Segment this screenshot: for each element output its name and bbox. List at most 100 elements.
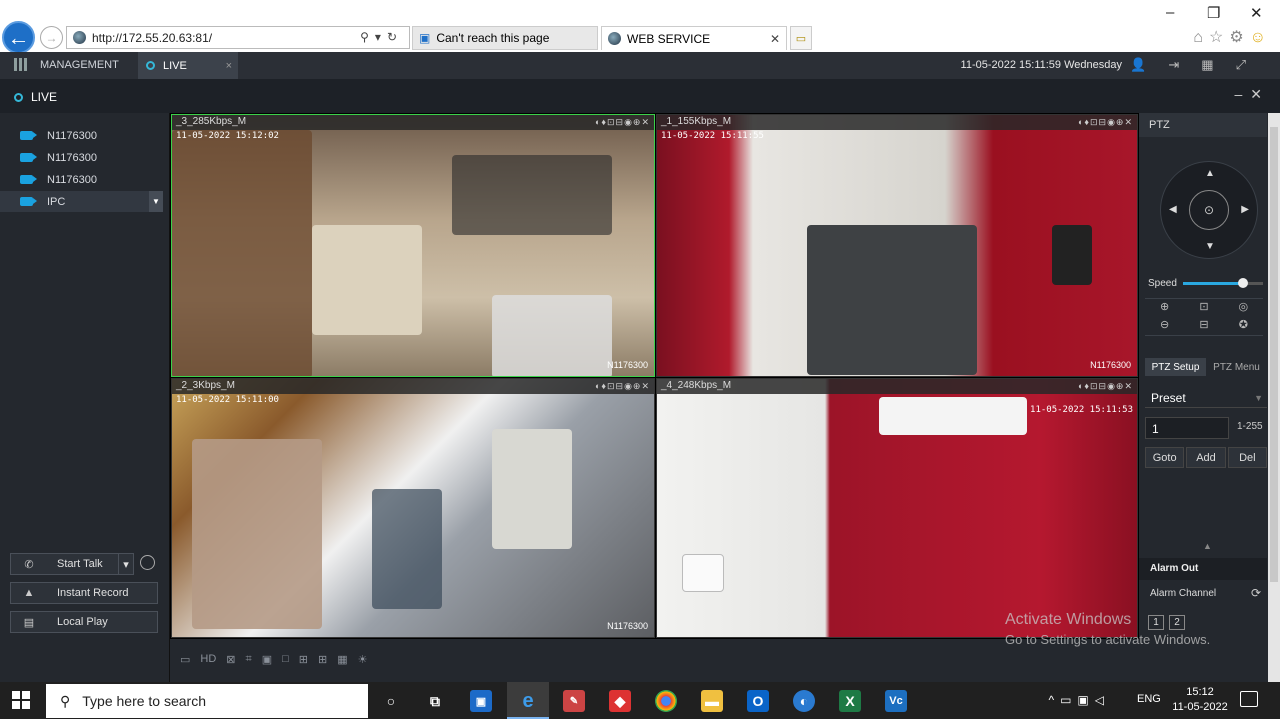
address-controls[interactable]: ⚲▾↻: [360, 30, 403, 44]
address-bar[interactable]: http://172.55.20.63:81/ ⚲▾↻: [66, 26, 410, 49]
chrome-icon[interactable]: [655, 690, 677, 712]
taskbar-search-input[interactable]: ⚲ Type here to search: [46, 684, 368, 718]
wh-icon[interactable]: ▭: [180, 653, 190, 666]
browser-chrome: ← → http://172.55.20.63:81/ ⚲▾↻ ▣ Can't …: [0, 0, 1280, 54]
start-talk-button[interactable]: ✆ Start Talk: [10, 553, 134, 575]
brightness-icon[interactable]: ☀: [358, 653, 368, 666]
device-item[interactable]: N1176300: [0, 125, 163, 146]
close-window-button[interactable]: ✕: [1250, 4, 1263, 22]
top-right-tools[interactable]: 👤⇥▦⤢: [1130, 57, 1268, 73]
goto-button[interactable]: Goto: [1145, 447, 1185, 468]
cortana-icon[interactable]: ○: [380, 690, 402, 712]
del-button[interactable]: Del: [1227, 447, 1267, 468]
tile-tool-icons[interactable]: ◐♦⊡⊟◉⊕✕: [1078, 379, 1133, 393]
ptz-joystick[interactable]: ▲ ▼ ◀ ▶ ⊙: [1160, 161, 1258, 259]
ptz-center-zoom-icon[interactable]: ⊙: [1189, 190, 1229, 230]
split-4-icon[interactable]: ⊞: [299, 653, 308, 666]
focus-far-icon[interactable]: ⊟: [1184, 317, 1223, 335]
taskbar-clock[interactable]: 15:12 11-05-2022: [1170, 685, 1230, 715]
network-app-icon[interactable]: ◐: [793, 690, 815, 712]
focus-near-icon[interactable]: ⊡: [1184, 299, 1223, 317]
fullscreen-icon: ⤢: [1235, 57, 1268, 72]
split-custom-icon[interactable]: ▦: [337, 653, 347, 666]
iris-open-icon[interactable]: ◎: [1224, 299, 1263, 317]
paint-app-icon[interactable]: ✎: [563, 690, 585, 712]
device-label: N1176300: [47, 173, 97, 186]
device-item[interactable]: N1176300: [0, 147, 163, 168]
ie-toolbar-icons[interactable]: ⌂☆⚙☺: [1193, 27, 1272, 47]
split-single-icon[interactable]: □: [282, 653, 289, 666]
ptz-scrollbar[interactable]: [1268, 113, 1280, 682]
scrollbar-thumb[interactable]: [1270, 127, 1278, 582]
panel-window-controls[interactable]: –✕: [1234, 86, 1270, 103]
task-view-icon[interactable]: ⧉: [424, 690, 446, 712]
speed-slider[interactable]: [1182, 277, 1263, 288]
talk-dropdown-button[interactable]: ▾: [118, 553, 134, 575]
speed-slider-knob[interactable]: [1237, 277, 1248, 288]
system-tray-icons[interactable]: ^▭▣◁: [1048, 693, 1110, 707]
store-app-icon[interactable]: ▣: [470, 690, 492, 712]
tile-stream-label: _1_155Kbps_M: [661, 116, 732, 127]
ptz-tabs: PTZ Setup PTZ Menu: [1145, 358, 1267, 376]
device-item[interactable]: N1176300: [0, 169, 163, 190]
hd-label[interactable]: HD: [200, 653, 216, 666]
zoom-out-icon[interactable]: ⊖: [1145, 317, 1184, 335]
alarm-channel-1[interactable]: 1: [1148, 615, 1164, 630]
refresh-icon[interactable]: ⟳: [1251, 586, 1261, 600]
aspect-icon[interactable]: ⊠: [226, 653, 235, 666]
file-explorer-icon[interactable]: ▬: [701, 690, 723, 712]
internet-explorer-icon[interactable]: e: [517, 690, 539, 712]
language-indicator[interactable]: ENG: [1137, 693, 1161, 705]
restore-button[interactable]: ❐: [1207, 4, 1220, 22]
new-tab-button[interactable]: ▭: [790, 26, 812, 50]
local-play-button[interactable]: ▤ Local Play: [10, 611, 158, 633]
tile-header: _2_3Kbps_M ◐♦⊡⊟◉⊕✕: [172, 379, 654, 394]
preset-dropdown[interactable]: Preset ▼: [1145, 388, 1267, 408]
collapse-up-icon[interactable]: ▲: [1203, 541, 1212, 551]
tile-tool-icons[interactable]: ◐♦⊡⊟◉⊕✕: [1078, 115, 1133, 129]
zoom-in-icon[interactable]: ⊕: [1145, 299, 1184, 317]
chevron-down-icon: ▼: [1254, 393, 1263, 403]
outlook-icon[interactable]: O: [747, 690, 769, 712]
windows-start-icon[interactable]: [12, 691, 30, 709]
tab-ptz-setup[interactable]: PTZ Setup: [1145, 358, 1206, 376]
vc-app-icon[interactable]: Vc: [885, 690, 907, 712]
alarm-out-header[interactable]: Alarm Out: [1139, 558, 1267, 580]
alarm-channel-2[interactable]: 2: [1169, 615, 1185, 630]
excel-icon[interactable]: X: [839, 690, 861, 712]
add-button[interactable]: Add: [1186, 447, 1226, 468]
tab-live[interactable]: LIVE ×: [138, 52, 238, 79]
instant-record-button[interactable]: ▲ Instant Record: [10, 582, 158, 604]
device-label: N1176300: [47, 151, 97, 164]
split-1-icon[interactable]: ▣: [262, 653, 272, 666]
back-button[interactable]: ←: [2, 21, 35, 54]
dropdown-arrow-icon[interactable]: ▼: [149, 191, 163, 212]
preset-number-input[interactable]: 1: [1145, 417, 1229, 439]
tab-cant-reach[interactable]: ▣ Can't reach this page: [412, 26, 598, 50]
forward-arrow-icon: →: [45, 30, 58, 45]
camera-icon: [20, 197, 37, 206]
notification-icon[interactable]: [1240, 691, 1258, 707]
split-9-icon[interactable]: ⊞: [318, 653, 327, 666]
tile-header: _4_248Kbps_M ◐♦⊡⊟◉⊕✕: [657, 379, 1137, 394]
tile-tool-icons[interactable]: ◐♦⊡⊟◉⊕✕: [595, 379, 650, 393]
tile-tool-icons[interactable]: ◐♦⊡⊟◉⊕✕: [595, 115, 650, 129]
forward-button[interactable]: →: [40, 26, 63, 49]
fit-icon[interactable]: ⌗: [246, 653, 252, 666]
tile-timestamp: 11-05-2022 15:11:53: [1030, 405, 1133, 415]
close-live-tab-icon[interactable]: ×: [226, 60, 232, 72]
ptz-zoom-focus-controls: ⊕ ⊡ ◎ ⊖ ⊟ ✪: [1145, 298, 1263, 336]
video-tile[interactable]: _1_155Kbps_M ◐♦⊡⊟◉⊕✕ 11-05-2022 15:11:55 …: [656, 114, 1138, 377]
management-menu[interactable]: MANAGEMENT: [14, 58, 119, 71]
device-item-ipc[interactable]: IPC ▼: [0, 191, 163, 212]
tab-web-service[interactable]: WEB SERVICE ✕: [601, 26, 787, 50]
tab-ptz-menu[interactable]: PTZ Menu: [1206, 358, 1267, 376]
tile-watermark: N1176300: [1090, 360, 1131, 370]
minimize-button[interactable]: –: [1166, 4, 1174, 21]
anydesk-icon[interactable]: ◆: [609, 690, 631, 712]
close-tab-icon[interactable]: ✕: [770, 32, 780, 46]
iris-close-icon[interactable]: ✪: [1224, 317, 1263, 335]
video-tile[interactable]: _3_285Kbps_M ◐♦⊡⊟◉⊕✕ 11-05-2022 15:12:02 …: [171, 114, 655, 377]
video-tile[interactable]: _2_3Kbps_M ◐♦⊡⊟◉⊕✕ 11-05-2022 15:11:00 N1…: [171, 378, 655, 638]
video-tile[interactable]: _4_248Kbps_M ◐♦⊡⊟◉⊕✕ 11-05-2022 15:11:53: [656, 378, 1138, 638]
